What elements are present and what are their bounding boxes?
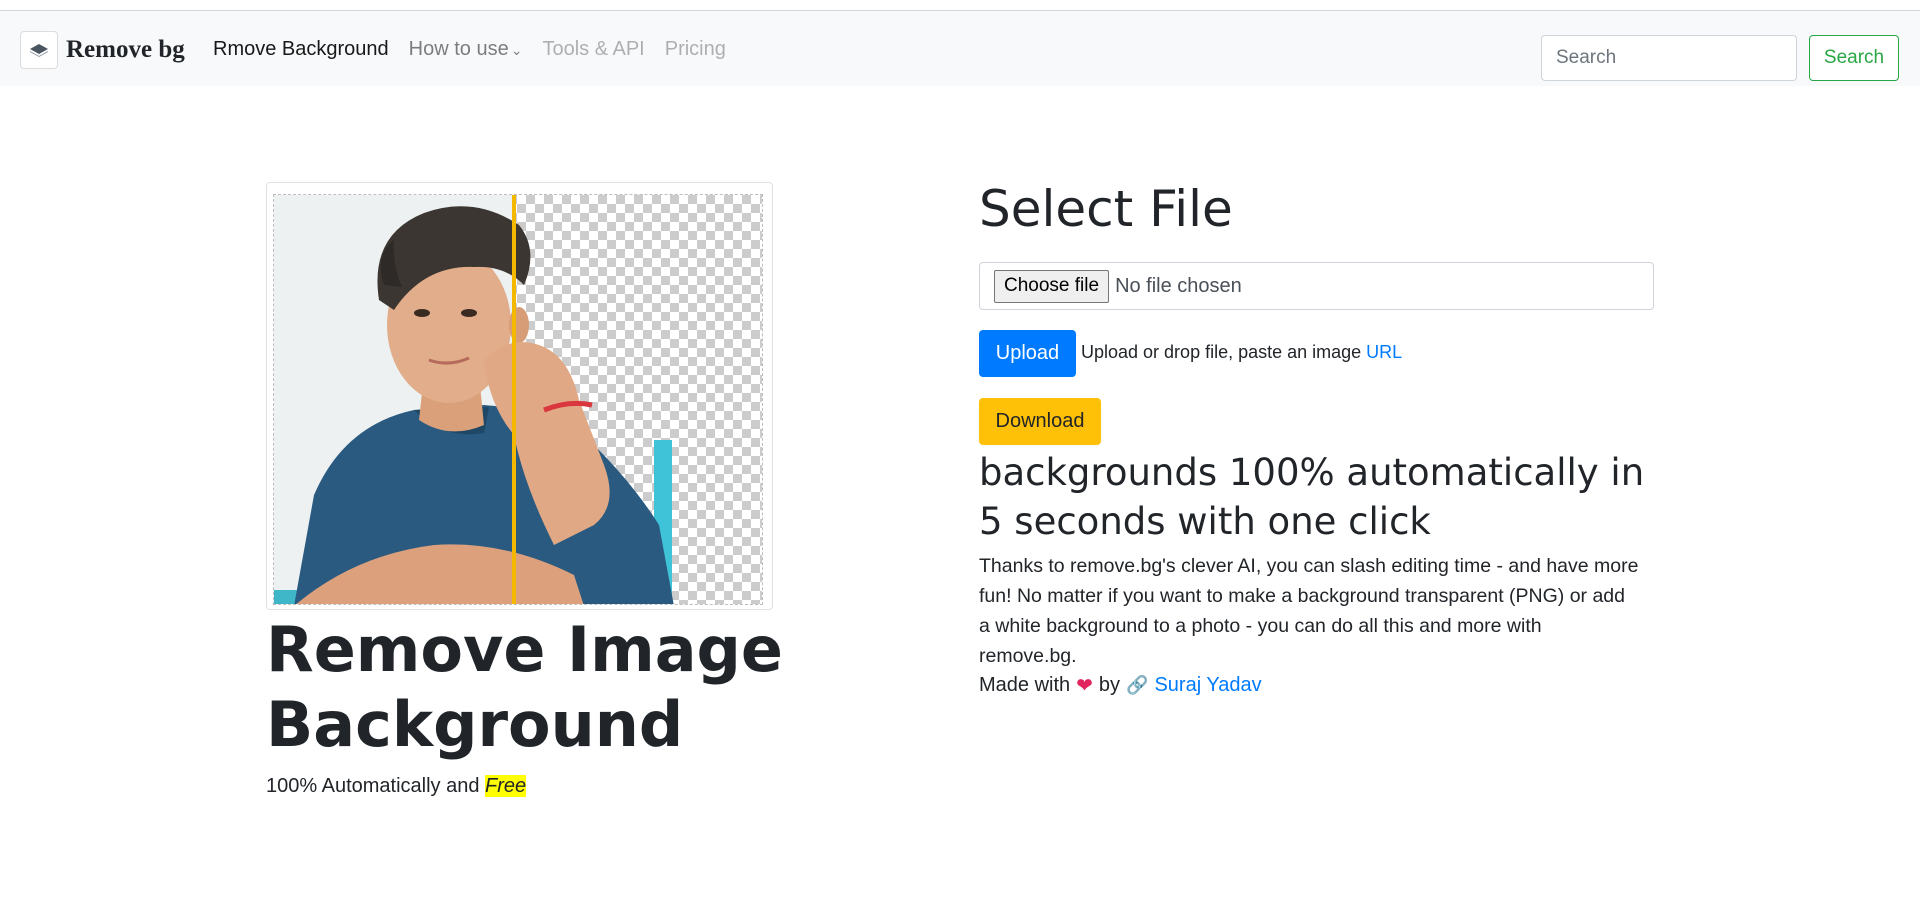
top-border [0,0,1920,11]
choose-file-button[interactable]: Choose file [994,269,1110,303]
navbar: Remove bg Rmove Background How to use ⌄ T… [0,11,1920,86]
search-button[interactable]: Search [1809,35,1899,81]
brand[interactable]: Remove bg [20,31,185,69]
download-button[interactable]: Download [979,398,1101,445]
upload-button[interactable]: Upload [979,330,1076,377]
before-after-image[interactable] [273,194,763,605]
url-link[interactable]: URL [1366,342,1402,362]
credit-by: by [1098,674,1121,696]
nav-link-how-to-use-label: How to use [408,38,509,60]
link-icon: 🔗 [1126,675,1149,695]
hero-subtitle: 100% Automatically and Free [266,775,527,798]
nav-link-pricing[interactable]: Pricing [665,38,726,61]
file-status: No file chosen [1115,274,1242,297]
tagline: backgrounds 100% automatically in 5 seco… [979,451,1645,543]
brand-name: Remove bg [66,36,185,63]
upload-hint-text: Upload or drop file, paste an image [1081,342,1367,362]
chevron-down-icon: ⌄ [510,42,523,58]
description: Thanks to remove.bg's clever AI, you can… [979,555,1639,667]
credit-prefix: Made with [979,674,1071,696]
hero-title: Remove Image Background [266,613,783,761]
brand-logo-icon [20,31,58,69]
heart-icon: ❤ [1076,675,1093,697]
author-link[interactable]: Suraj Yadav [1154,674,1261,697]
nav-link-how-to-use[interactable]: How to use ⌄ [409,38,523,61]
hero-subtitle-text: 100% Automatically and [266,775,486,797]
select-file-title: Select File [979,180,1233,238]
hero-subtitle-highlight: Free [485,775,527,797]
nav-link-remove-background[interactable]: Rmove Background [213,38,389,61]
image-card [266,182,773,610]
compare-divider [512,195,516,604]
upload-hint: Upload or drop file, paste an image URL [1081,342,1402,363]
search-input[interactable] [1541,35,1797,81]
file-input[interactable]: Choose file No file chosen [979,262,1654,310]
nav-links: Rmove Background How to use ⌄ Tools & API… [213,38,726,61]
nav-link-tools-api[interactable]: Tools & API [542,38,644,61]
credit: Made with ❤ by 🔗 Suraj Yadav [979,673,1262,698]
